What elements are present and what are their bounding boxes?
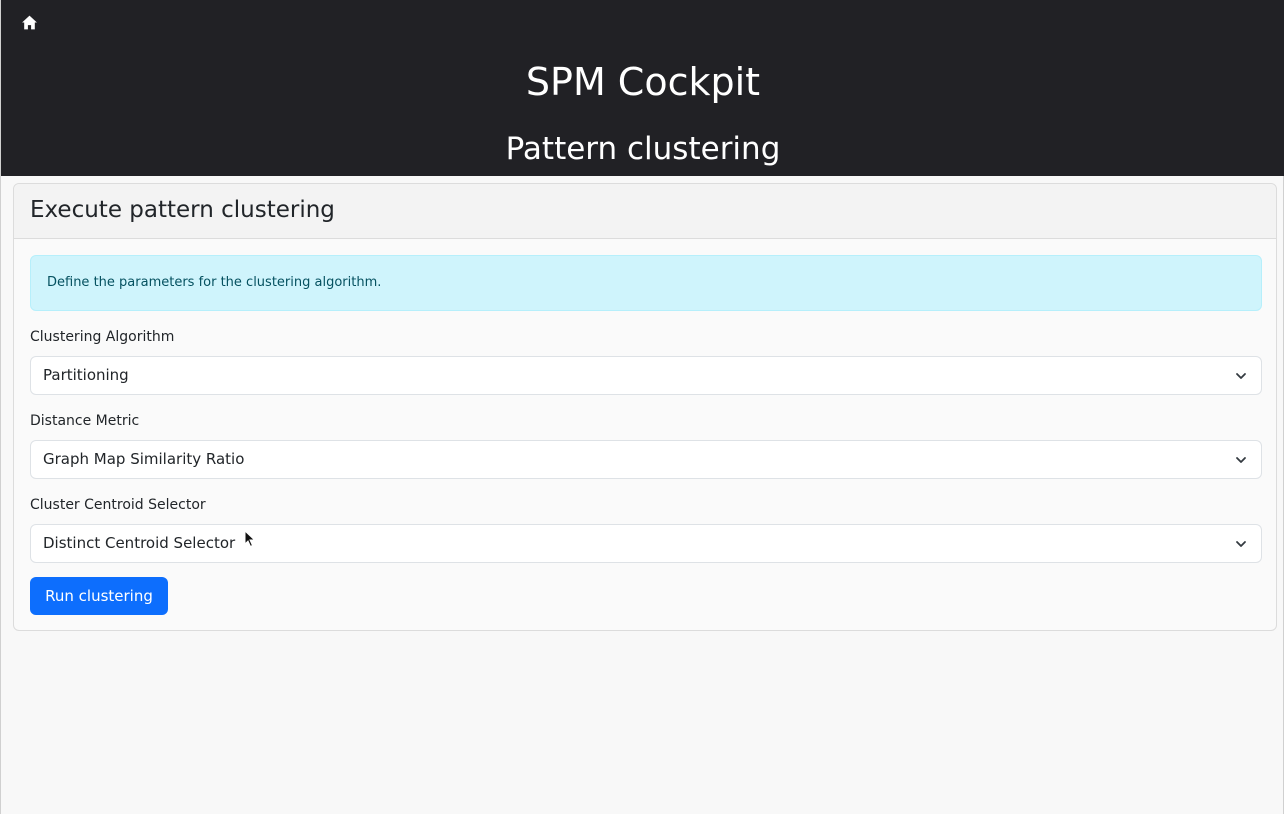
clustering-algorithm-label: Clustering Algorithm xyxy=(30,329,175,345)
clustering-algorithm-value: Partitioning xyxy=(43,366,129,384)
chevron-down-icon xyxy=(1236,457,1246,463)
home-icon[interactable] xyxy=(21,14,38,31)
card-header: Execute pattern clustering xyxy=(14,184,1276,239)
app-title: SPM Cockpit xyxy=(525,60,761,104)
info-alert: Define the parameters for the clustering… xyxy=(30,255,1262,311)
cluster-centroid-selector-label: Cluster Centroid Selector xyxy=(30,497,206,513)
page-subtitle: Pattern clustering xyxy=(505,131,781,167)
app-header: SPM Cockpit Pattern clustering xyxy=(1,0,1284,176)
cluster-centroid-selector-value: Distinct Centroid Selector xyxy=(43,534,236,552)
distance-metric-select[interactable]: Graph Map Similarity Ratio xyxy=(30,440,1262,479)
cluster-centroid-selector-select[interactable]: Distinct Centroid Selector xyxy=(30,524,1262,563)
distance-metric-label: Distance Metric xyxy=(30,413,140,429)
chevron-down-icon xyxy=(1236,541,1246,547)
mouse-cursor-icon xyxy=(244,530,256,548)
chevron-down-icon xyxy=(1236,373,1246,379)
run-clustering-button[interactable]: Run clustering xyxy=(30,577,168,615)
clustering-algorithm-select[interactable]: Partitioning xyxy=(30,356,1262,395)
card-title: Execute pattern clustering xyxy=(30,197,335,223)
clustering-card: Execute pattern clustering Define the pa… xyxy=(13,183,1277,631)
distance-metric-value: Graph Map Similarity Ratio xyxy=(43,450,245,468)
